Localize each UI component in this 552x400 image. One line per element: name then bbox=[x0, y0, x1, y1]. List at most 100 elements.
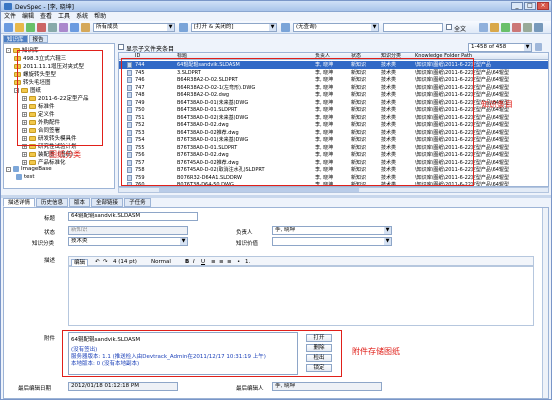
owner-filter-select[interactable]: (无查询) ▼ bbox=[293, 23, 379, 32]
category-select[interactable]: 技术类 ▼ bbox=[68, 237, 188, 246]
print-icon[interactable] bbox=[48, 23, 57, 32]
tab-history[interactable]: 历史信息 bbox=[36, 198, 69, 207]
tab-subtasks[interactable]: 子任务 bbox=[124, 198, 151, 207]
menu-bar: 文件 编辑 查看 工具 系统 帮助 bbox=[1, 12, 551, 21]
underline-icon[interactable]: U bbox=[201, 259, 205, 265]
tab-knowledge-base[interactable]: 知识库 bbox=[3, 35, 28, 43]
status-field-value: 新知识 bbox=[71, 227, 88, 233]
open-icon[interactable] bbox=[15, 23, 24, 32]
undo-icon[interactable]: ↶ bbox=[95, 259, 100, 265]
align-right-icon[interactable]: ≡ bbox=[227, 259, 232, 265]
menu-help[interactable]: 帮助 bbox=[94, 12, 106, 21]
menu-system[interactable]: 系统 bbox=[76, 12, 88, 21]
status-field: 新知识 bbox=[68, 226, 188, 235]
app-icon bbox=[4, 3, 12, 10]
chevron-down-icon: ▼ bbox=[180, 238, 187, 245]
menu-file[interactable]: 文件 bbox=[4, 12, 16, 21]
list-horizontal-scrollbar[interactable] bbox=[118, 187, 549, 193]
menu-tools[interactable]: 工具 bbox=[58, 12, 70, 21]
collapse-icon[interactable]: - bbox=[6, 166, 11, 172]
expand-icon[interactable]: + bbox=[22, 151, 27, 157]
find-icon[interactable] bbox=[70, 23, 79, 32]
menu-edit[interactable]: 编辑 bbox=[22, 12, 34, 21]
tab-report[interactable]: 报告 bbox=[28, 35, 48, 43]
font-size-select[interactable]: 4 (14 pt) bbox=[113, 259, 137, 265]
maximize-button[interactable]: □ bbox=[524, 2, 536, 10]
title-field[interactable]: 64辊配辊sandvik.SLDASM bbox=[68, 212, 198, 221]
search-input[interactable] bbox=[383, 23, 443, 32]
scroll-thumb[interactable] bbox=[159, 188, 359, 192]
detail-tabs: 描述详情 历史信息 版本 全部链接 子任务 bbox=[3, 198, 151, 207]
detail-vertical-scrollbar[interactable] bbox=[542, 208, 548, 398]
annotation-attachment-label: 附件存储图纸 bbox=[352, 347, 400, 356]
chevron-down-icon: ▼ bbox=[384, 238, 391, 245]
window-title: DevSpec - [李, 晓坤] bbox=[15, 4, 74, 11]
paragraph-style-select[interactable]: Normal bbox=[151, 259, 171, 265]
annotation-list-label: 知识条目 bbox=[481, 100, 513, 109]
align-left-icon[interactable]: ≡ bbox=[211, 259, 216, 265]
toolbar: 所有成员 ▼ [打开 & 关闭的] ▼ (无查询) ▼ 全文 bbox=[1, 21, 551, 34]
editor-toolbar: 编辑 ↶ ↷ 4 (14 pt) Normal B I U ≡ ≡ ≡ • 1. bbox=[68, 256, 534, 267]
refresh-icon[interactable] bbox=[26, 23, 35, 32]
new-icon[interactable] bbox=[4, 23, 13, 32]
tree-item-test[interactable]: test bbox=[16, 174, 35, 180]
menu-view[interactable]: 查看 bbox=[40, 12, 52, 21]
redo-icon[interactable]: ↷ bbox=[103, 259, 108, 265]
page-range-select[interactable]: 1-458 of 458 ▼ bbox=[468, 43, 532, 52]
status-label: 状态 bbox=[44, 230, 56, 236]
sync-icon[interactable] bbox=[501, 23, 510, 32]
tree-item-imagebase[interactable]: - ImageBase bbox=[6, 166, 52, 172]
folder-icon bbox=[29, 151, 36, 157]
category-select-value: 技术类 bbox=[71, 238, 88, 244]
attachment-label: 附件 bbox=[44, 336, 56, 342]
numbered-list-icon[interactable]: 1. bbox=[245, 259, 250, 265]
delete-icon[interactable] bbox=[37, 23, 46, 32]
tab-description[interactable]: 描述详情 bbox=[3, 198, 36, 207]
minimize-button[interactable]: _ bbox=[511, 2, 523, 10]
category-label: 知识分类 bbox=[32, 241, 55, 247]
detail-panel: 标题 64辊配辊sandvik.SLDASM 状态 新知识 负责人 李, 晓坤 ▼… bbox=[3, 207, 549, 399]
description-editor[interactable] bbox=[68, 266, 534, 326]
bullet-list-icon[interactable]: • bbox=[237, 259, 240, 265]
tab-links[interactable]: 全部链接 bbox=[91, 198, 124, 207]
owner-filter-value: (无查询) bbox=[296, 24, 317, 30]
bold-icon[interactable]: B bbox=[185, 259, 189, 265]
annotation-box-attachment bbox=[62, 330, 342, 377]
layout-icon[interactable] bbox=[523, 23, 532, 32]
annotation-tree-label: 图纸分类 bbox=[49, 150, 81, 159]
align-center-icon[interactable]: ≡ bbox=[219, 259, 224, 265]
owner-select[interactable]: 李, 晓坤 ▼ bbox=[272, 226, 392, 235]
search-icon[interactable] bbox=[479, 23, 488, 32]
chevron-down-icon: ▼ bbox=[371, 24, 378, 31]
fulltext-checkbox[interactable] bbox=[446, 24, 452, 30]
filter-icon[interactable] bbox=[59, 23, 68, 32]
query-edit-icon[interactable] bbox=[281, 23, 290, 32]
value-select[interactable]: ▼ bbox=[272, 237, 392, 246]
left-pane-tabs: 知识库 报告 bbox=[3, 35, 48, 43]
report-icon[interactable] bbox=[81, 23, 90, 32]
list-header-bar: 显示子文件夹条目 1-458 of 458 ▼ bbox=[118, 43, 550, 53]
title-label: 标题 bbox=[44, 216, 56, 222]
title-bar: DevSpec - [李, 晓坤] _ □ × bbox=[1, 1, 551, 12]
query-icon[interactable] bbox=[179, 23, 188, 32]
tree-item-label: test bbox=[24, 174, 35, 180]
last-edit-date-field: 2012/01/18 01:12:18 PM bbox=[68, 382, 178, 391]
collapse-icon[interactable]: - bbox=[6, 47, 11, 53]
chevron-down-icon: ▼ bbox=[524, 44, 531, 51]
italic-icon[interactable]: I bbox=[193, 259, 195, 265]
scope-select[interactable]: 所有成员 ▼ bbox=[93, 23, 175, 32]
help-icon[interactable] bbox=[534, 23, 543, 32]
close-button[interactable]: × bbox=[537, 2, 549, 10]
field-filter-select[interactable]: [打开 & 关闭的] ▼ bbox=[191, 23, 277, 32]
database-icon bbox=[16, 174, 22, 180]
tree-item-label: ImageBase bbox=[21, 166, 52, 172]
show-subfolders-checkbox[interactable] bbox=[118, 44, 124, 50]
field-filter-value: [打开 & 关闭的] bbox=[194, 24, 234, 30]
user-icon[interactable] bbox=[512, 23, 521, 32]
chevron-down-icon: ▼ bbox=[167, 24, 174, 31]
next-page-icon[interactable] bbox=[535, 43, 542, 51]
settings-icon[interactable] bbox=[490, 23, 499, 32]
tab-versions[interactable]: 版本 bbox=[69, 198, 91, 207]
expand-icon[interactable]: + bbox=[22, 159, 27, 165]
last-editor-field: 李, 晓坤 bbox=[272, 382, 382, 391]
